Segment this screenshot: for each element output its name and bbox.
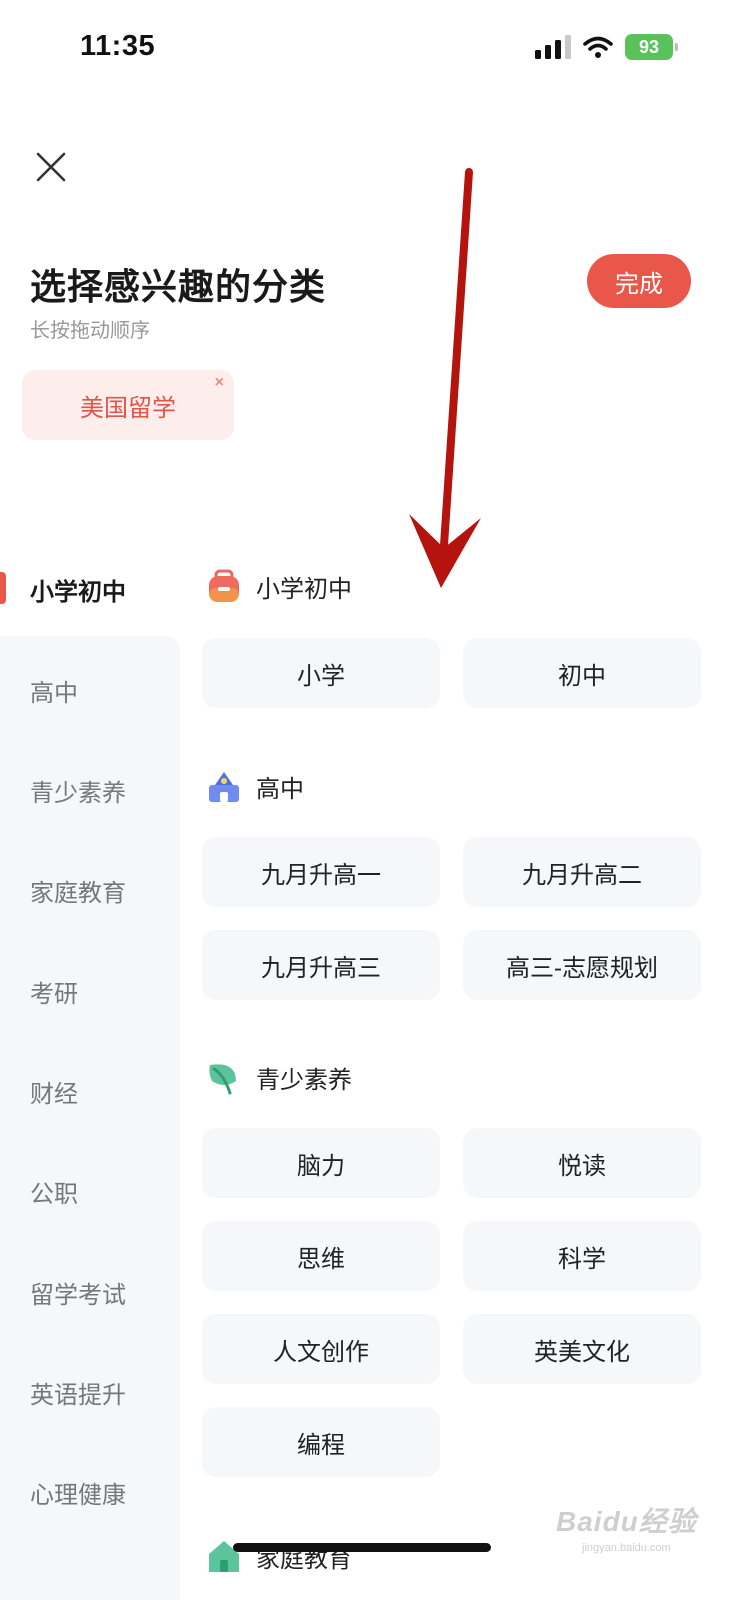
sidebar-item-mental-health[interactable]: 心理健康 [30, 1475, 126, 1510]
tag-option[interactable]: 小学 [202, 638, 440, 708]
tag-option[interactable]: 科学 [463, 1221, 701, 1291]
chip-remove-icon[interactable]: × [215, 374, 224, 392]
status-time: 11:35 [80, 30, 156, 62]
tag-option[interactable]: 编程 [202, 1407, 440, 1477]
page-subtitle: 长按拖动顺序 [30, 320, 150, 342]
close-icon [36, 152, 66, 182]
tag-option[interactable]: 九月升高一 [202, 837, 440, 907]
battery-level: 93 [638, 36, 660, 57]
section-header: 小学初中 [206, 568, 352, 604]
tag-option[interactable]: 悦读 [463, 1128, 701, 1198]
sidebar-item-civil-service[interactable]: 公职 [30, 1174, 78, 1209]
page-title: 选择感兴趣的分类 [30, 266, 327, 307]
battery-icon: 93 [625, 34, 678, 60]
sidebar-item-study-abroad-exam[interactable]: 留学考试 [30, 1275, 126, 1310]
sidebar-item-family-education[interactable]: 家庭教育 [30, 873, 126, 908]
tag-option[interactable]: 脑力 [202, 1128, 440, 1198]
tag-option[interactable]: 九月升高三 [202, 930, 440, 1000]
section-title: 青少素养 [256, 1066, 352, 1094]
sidebar-item-postgraduate[interactable]: 考研 [30, 974, 78, 1009]
section-header: 青少素养 [206, 1059, 352, 1095]
tag-option[interactable]: 高三-志愿规划 [463, 930, 701, 1000]
status-icons: 93 [535, 34, 678, 60]
cellular-signal-icon [535, 35, 571, 59]
close-button[interactable] [30, 146, 72, 188]
sidebar-item-finance[interactable]: 财经 [30, 1074, 78, 1109]
selected-chip-label: 美国留学 [80, 394, 176, 422]
tag-option[interactable]: 人文创作 [202, 1314, 440, 1384]
section-header: 高中 [206, 768, 304, 804]
section-title: 小学初中 [256, 575, 352, 603]
tag-option[interactable]: 英美文化 [463, 1314, 701, 1384]
tag-option[interactable]: 初中 [463, 638, 701, 708]
home-indicator [233, 1543, 491, 1552]
active-indicator [0, 572, 6, 604]
section-title: 高中 [256, 775, 304, 803]
watermark-logo: Baidu经验 [556, 1506, 697, 1537]
watermark: Baidu经验 jingyan.baidu.com [556, 1500, 697, 1554]
backpack-icon [206, 568, 242, 604]
tag-option[interactable]: 九月升高二 [463, 837, 701, 907]
wifi-icon [583, 36, 613, 58]
school-building-icon [206, 768, 242, 804]
sidebar-item-youth-literacy[interactable]: 青少素养 [30, 773, 126, 808]
watermark-url: jingyan.baidu.com [582, 1542, 671, 1554]
selected-chip[interactable]: 美国留学 × [22, 370, 234, 440]
sidebar-item-primary-middle[interactable]: 小学初中 [30, 572, 126, 607]
leaf-icon [206, 1059, 242, 1095]
sidebar-item-high-school[interactable]: 高中 [30, 673, 78, 708]
sidebar-item-english[interactable]: 英语提升 [30, 1375, 126, 1410]
tag-option[interactable]: 思维 [202, 1221, 440, 1291]
done-button[interactable]: 完成 [587, 254, 691, 308]
